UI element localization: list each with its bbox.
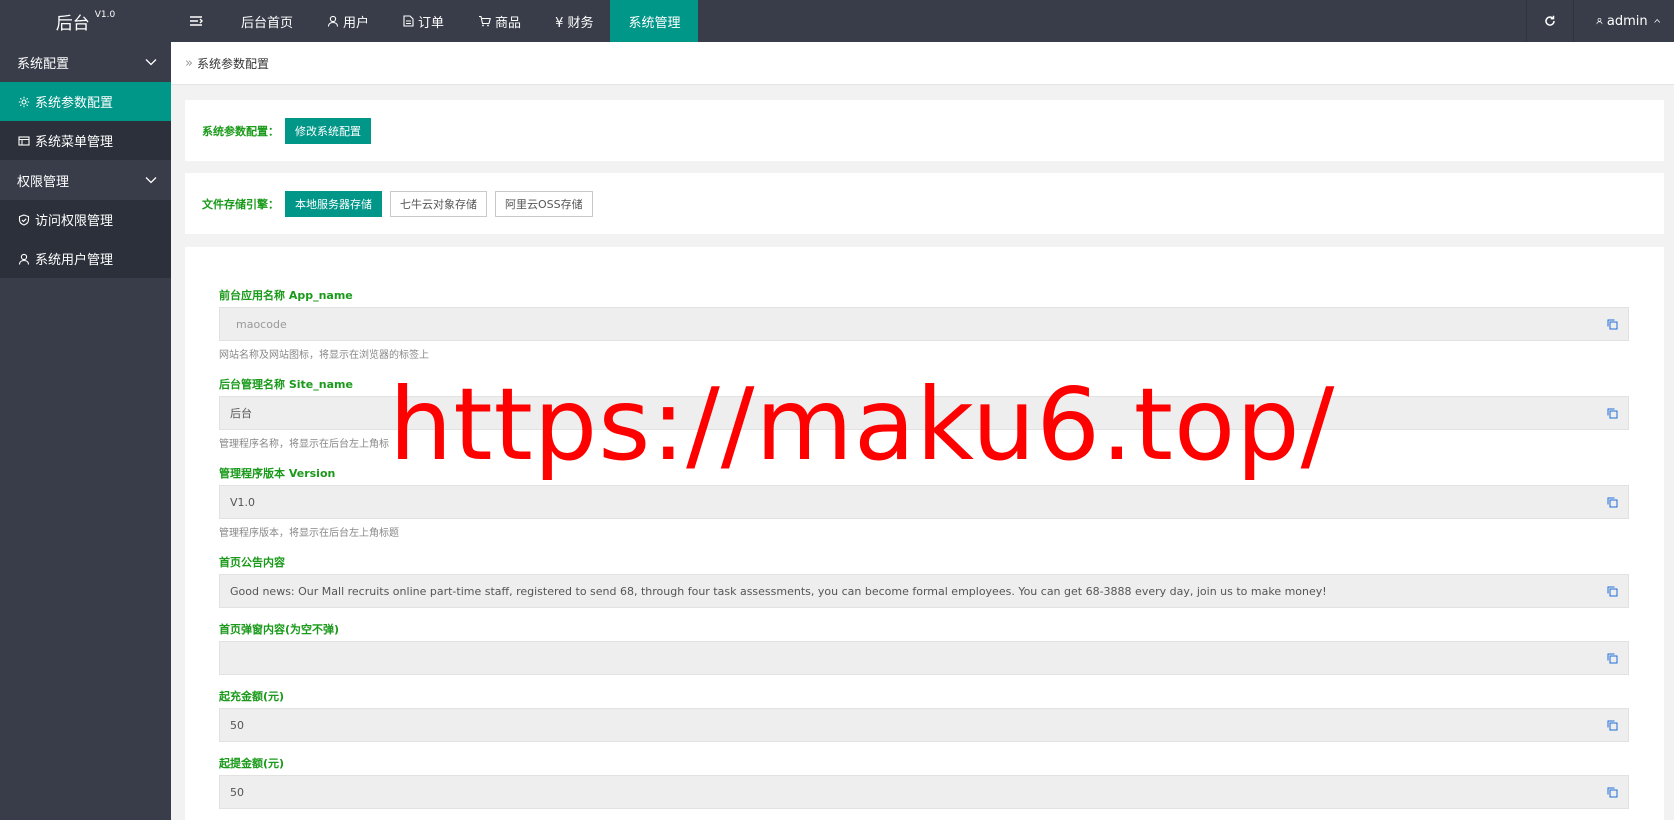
field-version: 管理程序版本 Version V1.0 管理程序版本，将显示在后台左上角标题 bbox=[219, 467, 1629, 539]
refresh-icon bbox=[1545, 15, 1555, 26]
main-content: » 系统参数配置 系统参数配置： 修改系统配置 文件存储引擎： 本地服务器存储 … bbox=[171, 42, 1674, 820]
copy-icon[interactable] bbox=[1607, 653, 1618, 664]
field-help: 管理程序版本，将显示在后台左上角标题 bbox=[219, 528, 399, 539]
sidebar-item-access-control[interactable]: 访问权限管理 bbox=[0, 200, 171, 239]
nav-products[interactable]: 商品 bbox=[461, 0, 538, 42]
field-label: 前台应用名称 App_name bbox=[219, 289, 353, 302]
nav-finance[interactable]: ¥ 财务 bbox=[538, 0, 610, 42]
refresh-button[interactable] bbox=[1526, 0, 1574, 42]
nav-orders-label: 订单 bbox=[418, 15, 445, 31]
sidebar-group-label: 系统配置 bbox=[17, 56, 70, 72]
storage-option-local[interactable]: 本地服务器存储 bbox=[285, 190, 382, 217]
storage-option-aliyun-oss[interactable]: 阿里云OSS存储 bbox=[495, 190, 593, 217]
field-label: 管理程序版本 Version bbox=[219, 467, 336, 480]
cart-icon bbox=[479, 15, 491, 27]
nav-finance-label: ¥ 财务 bbox=[555, 15, 594, 31]
sidebar-group-label: 权限管理 bbox=[17, 174, 70, 190]
breadcrumb: » 系统参数配置 bbox=[171, 42, 1674, 85]
field-label: 首页弹窗内容(为空不弹) bbox=[219, 623, 340, 636]
sidebar-item-label: 系统用户管理 bbox=[35, 253, 114, 268]
config-card: 系统参数配置： 修改系统配置 bbox=[185, 100, 1664, 161]
config-label: 系统参数配置： bbox=[202, 124, 279, 138]
field-value: maocode bbox=[236, 317, 287, 331]
nav-orders[interactable]: 订单 bbox=[386, 0, 461, 42]
field-label: 后台管理名称 Site_name bbox=[219, 378, 353, 391]
field-app-name: 前台应用名称 App_name maocode 网站名称及网站图标，将显示在浏览… bbox=[219, 289, 1629, 361]
nav-home[interactable]: 后台首页 bbox=[224, 0, 310, 42]
field-announcement: 首页公告内容 Good news: Our Mall recruits onli… bbox=[219, 556, 1629, 608]
user-icon bbox=[1596, 18, 1603, 25]
field-site-name: 后台管理名称 Site_name 后台 管理程序名称，将显示在后台左上角标 bbox=[219, 378, 1629, 450]
top-nav: 后台首页 用户 订单 商品 ¥ 财务 系统管理 bbox=[171, 0, 699, 42]
copy-icon[interactable] bbox=[1607, 787, 1618, 798]
chevron-down-icon bbox=[145, 59, 157, 66]
user-menu[interactable]: admin bbox=[1574, 0, 1674, 42]
min-withdraw-input[interactable]: 50 bbox=[219, 775, 1629, 809]
breadcrumb-current: 系统参数配置 bbox=[196, 56, 269, 71]
sidebar-item-system-params[interactable]: 系统参数配置 bbox=[0, 82, 171, 121]
copy-icon[interactable] bbox=[1607, 720, 1618, 731]
version-badge: V1.0 bbox=[94, 10, 116, 20]
copy-icon[interactable] bbox=[1607, 319, 1618, 330]
copy-icon[interactable] bbox=[1607, 586, 1618, 597]
gear-icon bbox=[18, 96, 30, 107]
field-min-recharge: 起充金额(元) 50 bbox=[219, 690, 1629, 742]
config-form: 前台应用名称 App_name maocode 网站名称及网站图标，将显示在浏览… bbox=[185, 247, 1664, 820]
menu-toggle-button[interactable] bbox=[171, 0, 224, 42]
sidebar-item-user-management[interactable]: 系统用户管理 bbox=[0, 239, 171, 278]
user-icon bbox=[327, 15, 339, 27]
field-value: 50 bbox=[230, 785, 244, 799]
nav-home-label: 后台首页 bbox=[241, 15, 294, 31]
breadcrumb-separator: » bbox=[185, 55, 193, 71]
site-name-input[interactable]: 后台 bbox=[219, 396, 1629, 430]
sidebar-item-label: 系统参数配置 bbox=[35, 96, 114, 111]
sidebar: 系统配置 系统参数配置 系统菜单管理 权限管理 访问权限管理 系统用户管理 bbox=[0, 42, 171, 820]
user-name: admin bbox=[1606, 13, 1648, 29]
sidebar-group-permissions[interactable]: 权限管理 bbox=[0, 160, 171, 200]
field-label: 首页公告内容 bbox=[219, 556, 285, 569]
shield-check-icon bbox=[18, 213, 30, 226]
document-icon bbox=[403, 15, 414, 27]
table-icon bbox=[18, 135, 30, 146]
storage-option-qiniu[interactable]: 七牛云对象存储 bbox=[390, 190, 487, 217]
storage-label: 文件存储引擎： bbox=[202, 197, 279, 211]
storage-card: 文件存储引擎： 本地服务器存储 七牛云对象存储 阿里云OSS存储 bbox=[185, 173, 1664, 234]
field-value: V1.0 bbox=[230, 495, 256, 509]
field-help: 网站名称及网站图标，将显示在浏览器的标签上 bbox=[219, 350, 429, 361]
sidebar-item-label: 访问权限管理 bbox=[35, 214, 114, 229]
field-help: 管理程序名称，将显示在后台左上角标 bbox=[219, 439, 389, 450]
sidebar-item-label: 系统菜单管理 bbox=[35, 135, 114, 150]
app-logo[interactable]: 后台 V1.0 bbox=[0, 0, 171, 42]
announcement-input[interactable]: Good news: Our Mall recruits online part… bbox=[219, 574, 1629, 608]
field-popup: 首页弹窗内容(为空不弹) bbox=[219, 623, 1629, 675]
logo-text: 后台 bbox=[55, 13, 90, 34]
app-name-input[interactable]: maocode bbox=[219, 307, 1629, 341]
copy-icon[interactable] bbox=[1607, 408, 1618, 419]
nav-products-label: 商品 bbox=[495, 15, 522, 31]
nav-users-label: 用户 bbox=[343, 15, 370, 31]
sidebar-group-system-config[interactable]: 系统配置 bbox=[0, 42, 171, 82]
top-bar: 后台 V1.0 后台首页 用户 订单 商品 ¥ 财务 系统管理 admin bbox=[0, 0, 1674, 42]
nav-system[interactable]: 系统管理 bbox=[610, 0, 699, 42]
field-value: 后台 bbox=[230, 407, 252, 420]
field-value: Good news: Our Mall recruits online part… bbox=[230, 584, 1327, 598]
copy-icon[interactable] bbox=[1607, 497, 1618, 508]
popup-content-input[interactable] bbox=[219, 641, 1629, 675]
edit-config-button[interactable]: 修改系统配置 bbox=[285, 117, 371, 144]
chevron-down-icon bbox=[145, 177, 157, 184]
user-icon bbox=[18, 253, 30, 265]
nav-users[interactable]: 用户 bbox=[310, 0, 386, 42]
version-input[interactable]: V1.0 bbox=[219, 485, 1629, 519]
field-min-withdraw: 起提金额(元) 50 bbox=[219, 757, 1629, 809]
field-label: 起充金额(元) bbox=[219, 690, 285, 703]
sidebar-item-menu-management[interactable]: 系统菜单管理 bbox=[0, 121, 171, 160]
chevron-up-icon bbox=[1653, 18, 1660, 23]
field-label: 起提金额(元) bbox=[219, 757, 285, 770]
menu-collapse-icon bbox=[190, 16, 203, 26]
field-value: 50 bbox=[230, 718, 244, 732]
nav-system-label: 系统管理 bbox=[628, 15, 681, 31]
min-recharge-input[interactable]: 50 bbox=[219, 708, 1629, 742]
